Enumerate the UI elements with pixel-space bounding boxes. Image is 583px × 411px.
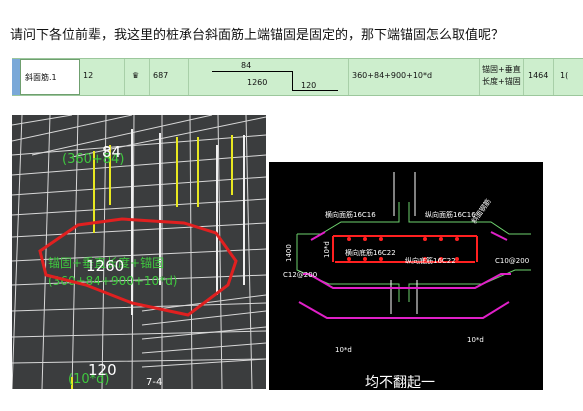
diameter-cell[interactable]: 12 xyxy=(80,59,125,95)
cad-section-drawing[interactable]: 横向面筋16C16 纵向面筋16C16 横向底筋16C22 纵向底筋16C22 … xyxy=(269,162,543,390)
rebar-table-row[interactable]: 斜面筋.1 12 ♛ 687 84 1260 120 360+84+900+10… xyxy=(12,58,583,96)
rebar-sketch-cell[interactable]: 84 1260 120 xyxy=(189,59,349,95)
grade-symbol-icon: ♛ xyxy=(132,71,140,80)
sketch-top-segment xyxy=(212,71,292,72)
cad-label-long-bottom: 纵向底筋16C22 xyxy=(405,256,456,265)
label-bottom: 120 xyxy=(88,361,117,379)
rebar-name: 斜面筋.1 xyxy=(25,73,57,82)
cad-dim-right: 10*d xyxy=(467,336,484,344)
cad-dim-anchor-top: 10*d xyxy=(323,241,331,258)
cad-dim-bottom: 10*d xyxy=(335,346,352,354)
length-cell[interactable]: 687 xyxy=(150,59,189,95)
label-section: 7-4 xyxy=(146,377,162,388)
value1: 1464 xyxy=(528,71,549,80)
cad-label-right-stirrup: C10@200 xyxy=(495,257,529,265)
cad-label-long-top: 纵向面筋16C16 xyxy=(425,210,476,219)
cad-caption: 均不翻起一 xyxy=(365,375,435,390)
rebar-3d-view[interactable]: (360+84) 锚固+垂直长度+锚固 (360+84+900+10*d) (1… xyxy=(12,115,266,389)
pile-outline xyxy=(390,172,418,314)
cad-canvas: 横向面筋16C16 纵向面筋16C16 横向底筋16C22 纵向底筋16C22 … xyxy=(283,172,531,354)
description-line2: 长度+锚固 xyxy=(482,77,521,86)
row-selector[interactable] xyxy=(12,59,20,95)
length-value: 687 xyxy=(153,71,169,80)
sketch-bottom-segment xyxy=(292,90,338,91)
value1-cell[interactable]: 1464 xyxy=(524,59,554,95)
grade-cell[interactable]: ♛ xyxy=(125,59,150,95)
value2-cell[interactable]: 1( xyxy=(554,59,583,95)
description-line1: 锚固+垂直 xyxy=(482,65,521,74)
cad-dim-left: 1400 xyxy=(285,244,293,262)
cad-label-top-bar: 横向面筋16C16 xyxy=(325,210,376,219)
rebar-name-cell[interactable]: 斜面筋.1 xyxy=(20,59,80,95)
label-top: 84 xyxy=(102,143,121,161)
cad-label-left-stirrup: C12@200 xyxy=(283,271,317,279)
sketch-bottom-length: 120 xyxy=(301,81,317,90)
formula-cell[interactable]: 360+84+900+10*d xyxy=(349,59,480,95)
sketch-mid-length: 1260 xyxy=(247,78,268,87)
value2: 1( xyxy=(560,71,569,80)
sketch-top-length: 84 xyxy=(241,61,252,70)
formula-value: 360+84+900+10*d xyxy=(352,71,433,80)
forum-question: 请问下各位前辈，我这里的桩承台斜面筋上端锚固是固定的，那下端锚固怎么取值呢？ xyxy=(10,28,505,43)
diameter-value: 12 xyxy=(83,71,94,80)
label-mid: 1260 xyxy=(86,257,124,275)
cad-label-bottom-bar: 横向底筋16C22 xyxy=(345,248,396,257)
sketch-vertical-segment xyxy=(292,71,293,91)
description-cell[interactable]: 锚固+垂直 长度+锚固 xyxy=(480,59,524,95)
rebar-3d-canvas: (360+84) 锚固+垂直长度+锚固 (360+84+900+10*d) (1… xyxy=(12,115,266,389)
